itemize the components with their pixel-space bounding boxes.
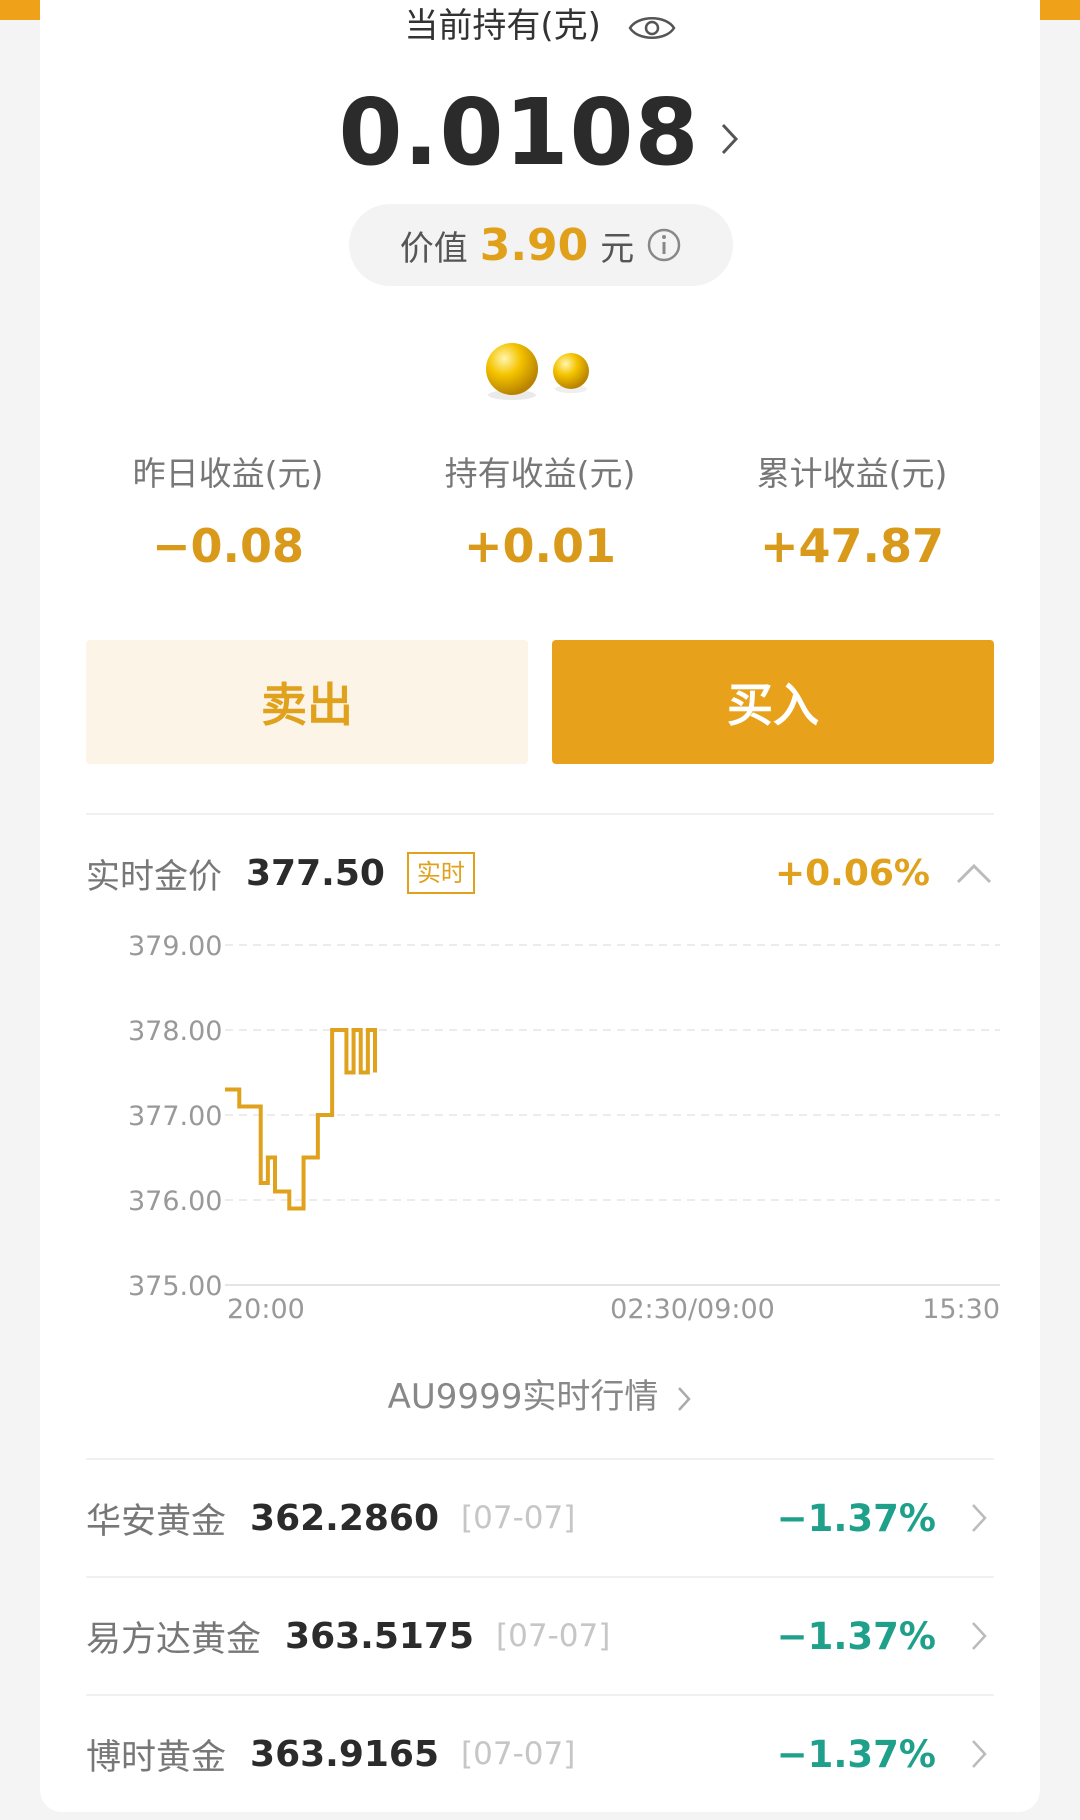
y-tick-label: 375.00 xyxy=(128,1271,222,1302)
stat-label: 累计收益(元) xyxy=(756,454,948,493)
fund-nav: 363.5175 xyxy=(285,1615,475,1657)
holding-grams: 0.0108 xyxy=(338,79,700,186)
stat-cumulative: 累计收益(元) +47.87 xyxy=(702,452,1002,574)
value-unit: 元 xyxy=(600,228,635,269)
gold-holding-card: 当前持有(克) 0.0108 价值 3.90 元 昨日收益(元) −0.08 持… xyxy=(40,0,1040,1812)
chevron-right-icon xyxy=(721,123,738,154)
y-tick-label: 379.00 xyxy=(128,931,222,962)
y-tick-label: 378.00 xyxy=(128,1016,222,1047)
stat-value: −0.08 xyxy=(151,519,305,573)
gold-beans-image xyxy=(486,343,589,400)
holding-label: 当前持有(克) xyxy=(40,4,1040,48)
fund-nav: 362.2860 xyxy=(250,1497,440,1539)
buy-button[interactable]: 买入 xyxy=(552,640,994,764)
stat-label: 昨日收益(元) xyxy=(132,454,324,493)
stat-value: +0.01 xyxy=(463,519,617,573)
realtime-change: +0.06% xyxy=(774,852,930,894)
value-pill: 价值 3.90 元 xyxy=(349,204,733,286)
x-tick-label: 02:30/09:00 xyxy=(610,1294,775,1325)
value-prefix: 价值 xyxy=(399,228,468,269)
fund-change: −1.37% xyxy=(776,1614,936,1658)
stat-value: +47.87 xyxy=(759,519,945,573)
y-tick-label: 376.00 xyxy=(128,1186,222,1217)
eye-icon[interactable] xyxy=(628,13,676,43)
au9999-link-text: AU9999实时行情 xyxy=(387,1377,659,1417)
top-left-accent xyxy=(0,0,40,20)
fund-name: 易方达黄金 xyxy=(86,1619,262,1660)
realtime-price: 377.50 xyxy=(246,852,385,894)
sell-button[interactable]: 卖出 xyxy=(86,640,528,764)
fund-change: −1.37% xyxy=(776,1496,936,1540)
realtime-badge: 实时 xyxy=(406,852,475,894)
fund-row[interactable]: 华安黄金 362.2860 [07-07] −1.37% xyxy=(86,1460,994,1576)
fund-date: [07-07] xyxy=(496,1618,611,1654)
gold-price-chart: 379.00 378.00 377.00 376.00 375.0020:00 02:30… xyxy=(128,931,1000,1325)
info-icon[interactable] xyxy=(646,227,682,263)
holding-value[interactable]: 0.0108 xyxy=(40,78,1040,188)
stat-yesterday: 昨日收益(元) −0.08 xyxy=(78,452,378,574)
price-series-line xyxy=(225,1028,377,1211)
fund-date: [07-07] xyxy=(461,1500,576,1536)
top-right-accent xyxy=(1038,0,1080,20)
fund-change: −1.37% xyxy=(776,1732,936,1776)
chevron-right-icon xyxy=(972,1504,987,1532)
fund-name: 博时黄金 xyxy=(86,1737,227,1778)
x-tick-label: 20:00 xyxy=(227,1294,305,1325)
chevron-right-icon xyxy=(678,1386,692,1411)
realtime-label: 实时金价 xyxy=(86,856,222,897)
realtime-gold-price-row[interactable]: 实时金价 377.50 实时 +0.06% xyxy=(86,848,994,898)
chevron-right-icon xyxy=(972,1622,987,1650)
fund-row[interactable]: 易方达黄金 363.5175 [07-07] −1.37% xyxy=(86,1578,994,1694)
chevron-up-icon[interactable] xyxy=(954,860,994,886)
x-tick-label: 15:30 xyxy=(922,1294,1000,1325)
value-amount: 3.90 xyxy=(479,219,589,271)
y-tick-label: 377.00 xyxy=(128,1101,222,1132)
holding-label-text: 当前持有(克) xyxy=(404,6,601,46)
earnings-stats: 昨日收益(元) −0.08 持有收益(元) +0.01 累计收益(元) +47.… xyxy=(40,452,1040,574)
chevron-right-icon xyxy=(972,1740,987,1768)
fund-row[interactable]: 博时黄金 363.9165 [07-07] −1.37% xyxy=(86,1696,994,1812)
au9999-link[interactable]: AU9999实时行情 xyxy=(40,1372,1040,1422)
fund-name: 华安黄金 xyxy=(86,1501,227,1542)
fund-nav: 363.9165 xyxy=(250,1733,440,1775)
divider xyxy=(86,813,994,815)
fund-date: [07-07] xyxy=(461,1736,576,1772)
stat-label: 持有收益(元) xyxy=(444,454,636,493)
stat-holding: 持有收益(元) +0.01 xyxy=(390,452,690,574)
